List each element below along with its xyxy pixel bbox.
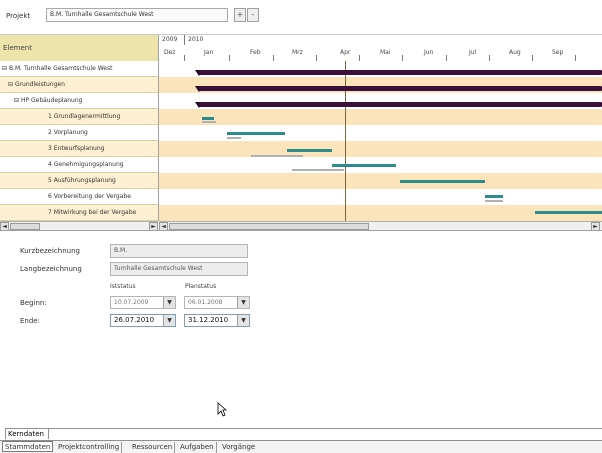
task-bar[interactable] bbox=[400, 180, 485, 183]
tree-header-label: Element bbox=[3, 44, 32, 52]
task-baseline bbox=[485, 200, 503, 202]
month-label: Jan bbox=[204, 49, 214, 56]
kurzbez-label: Kurzbezeichnung bbox=[20, 247, 80, 255]
tree-row-label: 1 Grundlagenermittlung bbox=[48, 113, 121, 120]
month-label: Feb bbox=[250, 49, 261, 56]
tree-row-label: HP Gebäudeplanung bbox=[20, 97, 83, 104]
tree-row-label: 3 Entwurfsplanung bbox=[48, 145, 105, 152]
beginn-ist-date[interactable]: 10.07.2009 ▼ bbox=[110, 296, 176, 309]
chevron-down-icon[interactable]: ▼ bbox=[163, 297, 175, 308]
chart-row bbox=[159, 173, 602, 189]
tab-aufgaben[interactable]: Aufgaben bbox=[178, 442, 217, 453]
date-value: 31.12.2010 bbox=[188, 316, 229, 324]
task-baseline bbox=[251, 155, 303, 157]
tab-vorgaenge[interactable]: Vorgänge bbox=[220, 442, 257, 453]
tab-projektcontrolling[interactable]: Projektcontrolling bbox=[56, 442, 123, 453]
scroll-thumb[interactable] bbox=[169, 223, 369, 230]
date-value: 06.01.2008 bbox=[188, 299, 223, 306]
date-value: 10.07.2009 bbox=[114, 299, 149, 306]
beginn-label: Beginn: bbox=[20, 299, 47, 307]
chart-row bbox=[159, 109, 602, 125]
tree-row-label: Grundleistungen bbox=[14, 81, 65, 88]
kerndaten-form: Kurzbezeichnung B.M. Langbezeichnung Tur… bbox=[0, 230, 602, 427]
langbez-field[interactable]: Turnhalle Gesamtschule West bbox=[110, 262, 248, 276]
task-bar[interactable] bbox=[485, 195, 503, 198]
task-baseline bbox=[292, 169, 344, 171]
tree-row[interactable]: 6 Vorbereitung der Vergabe bbox=[0, 189, 158, 205]
tab-divider bbox=[49, 428, 602, 429]
tree-header: Element bbox=[0, 35, 158, 62]
tree-row-label: 6 Vorbereitung der Vergabe bbox=[48, 193, 131, 200]
task-baseline bbox=[227, 137, 241, 139]
task-bar[interactable] bbox=[287, 149, 332, 152]
today-line bbox=[345, 61, 346, 221]
bottom-tabstrip: Stammdaten Projektcontrolling Ressourcen… bbox=[0, 440, 602, 453]
gantt-view: Element ⊟ B.M. Turnhalle Gesamtschule We… bbox=[0, 34, 602, 231]
task-bar[interactable] bbox=[535, 211, 602, 214]
ist-column-header: Iststatus bbox=[110, 283, 136, 290]
month-label: Jul bbox=[469, 49, 477, 56]
year-label: 2009 bbox=[162, 36, 178, 43]
task-bar[interactable] bbox=[332, 164, 396, 167]
project-toolbar: Projekt B.M. Turnhalle Gesamtschule West… bbox=[0, 0, 602, 34]
timeline-months: Dez Jan Feb Mrz Apr Mai Jun Jul Aug Sep bbox=[159, 45, 602, 62]
month-label: Mrz bbox=[292, 49, 303, 56]
tree-row[interactable]: ⊟ Grundleistungen bbox=[0, 77, 158, 93]
tree-row[interactable]: 7 Mitwirkung bei der Vergabe bbox=[0, 205, 158, 221]
tree-row-label: 2 Vorplanung bbox=[48, 129, 88, 136]
summary-bar[interactable] bbox=[199, 86, 602, 91]
task-bar[interactable] bbox=[227, 132, 285, 135]
month-label: Sep bbox=[552, 49, 564, 56]
summary-bar[interactable] bbox=[199, 102, 602, 107]
chevron-down-icon[interactable]: ▼ bbox=[237, 297, 249, 308]
tree-row-label: 7 Mitwirkung bei der Vergabe bbox=[48, 209, 137, 216]
tree-row-label: 5 Ausführungsplanung bbox=[48, 177, 116, 184]
tree-row[interactable]: 3 Entwurfsplanung bbox=[0, 141, 158, 157]
month-label: Jun bbox=[424, 49, 434, 56]
tab-kerndaten[interactable]: Kerndaten bbox=[5, 428, 49, 439]
tree-row[interactable]: 1 Grundlagenermittlung bbox=[0, 109, 158, 125]
expand-button[interactable]: + bbox=[234, 8, 246, 22]
tree-row[interactable]: ⊟ HP Gebäudeplanung bbox=[0, 93, 158, 109]
scroll-thumb[interactable] bbox=[10, 223, 40, 230]
beginn-plan-date[interactable]: 06.01.2008 ▼ bbox=[184, 296, 250, 309]
tree-row-label: B.M. Turnhalle Gesamtschule West bbox=[8, 65, 113, 72]
month-label: Dez bbox=[164, 49, 176, 56]
task-baseline bbox=[202, 121, 216, 123]
tree-row[interactable]: 4 Genehmigungsplanung bbox=[0, 157, 158, 173]
summary-bar[interactable] bbox=[199, 70, 602, 75]
project-label: Projekt bbox=[6, 12, 31, 20]
collapse-button[interactable]: - bbox=[247, 8, 259, 22]
tree-row[interactable]: 2 Vorplanung bbox=[0, 125, 158, 141]
year-divider bbox=[184, 35, 185, 45]
month-label: Mai bbox=[380, 49, 391, 56]
chevron-down-icon[interactable]: ▼ bbox=[237, 315, 249, 326]
mouse-cursor-icon bbox=[217, 402, 227, 417]
element-tree: Element ⊟ B.M. Turnhalle Gesamtschule We… bbox=[0, 35, 159, 221]
langbez-label: Langbezeichnung bbox=[20, 265, 82, 273]
chart-row bbox=[159, 189, 602, 205]
ende-ist-date[interactable]: 26.07.2010 ▼ bbox=[110, 314, 176, 327]
tree-row[interactable]: ⊟ B.M. Turnhalle Gesamtschule West bbox=[0, 61, 158, 77]
chevron-down-icon[interactable]: ▼ bbox=[163, 315, 175, 326]
kurzbez-field[interactable]: B.M. bbox=[110, 244, 248, 258]
tree-row-label: 4 Genehmigungsplanung bbox=[48, 161, 124, 168]
year-label: 2010 bbox=[188, 36, 204, 43]
tab-stammdaten[interactable]: Stammdaten bbox=[2, 441, 54, 452]
tab-ressourcen[interactable]: Ressourcen bbox=[130, 442, 176, 453]
task-bar[interactable] bbox=[202, 117, 214, 120]
month-label: Apr bbox=[340, 49, 351, 56]
chart-row bbox=[159, 125, 602, 141]
gantt-chart: 2009 2010 Dez Jan Feb Mrz Apr Mai Jun Ju… bbox=[159, 35, 602, 221]
chart-row bbox=[159, 141, 602, 157]
tree-row[interactable]: 5 Ausführungsplanung bbox=[0, 173, 158, 189]
ende-label: Ende: bbox=[20, 317, 40, 325]
date-value: 26.07.2010 bbox=[114, 316, 155, 324]
ende-plan-date[interactable]: 31.12.2010 ▼ bbox=[184, 314, 250, 327]
project-select[interactable]: B.M. Turnhalle Gesamtschule West bbox=[46, 8, 228, 22]
month-label: Aug bbox=[509, 49, 521, 56]
plan-column-header: Planstatus bbox=[185, 283, 217, 290]
